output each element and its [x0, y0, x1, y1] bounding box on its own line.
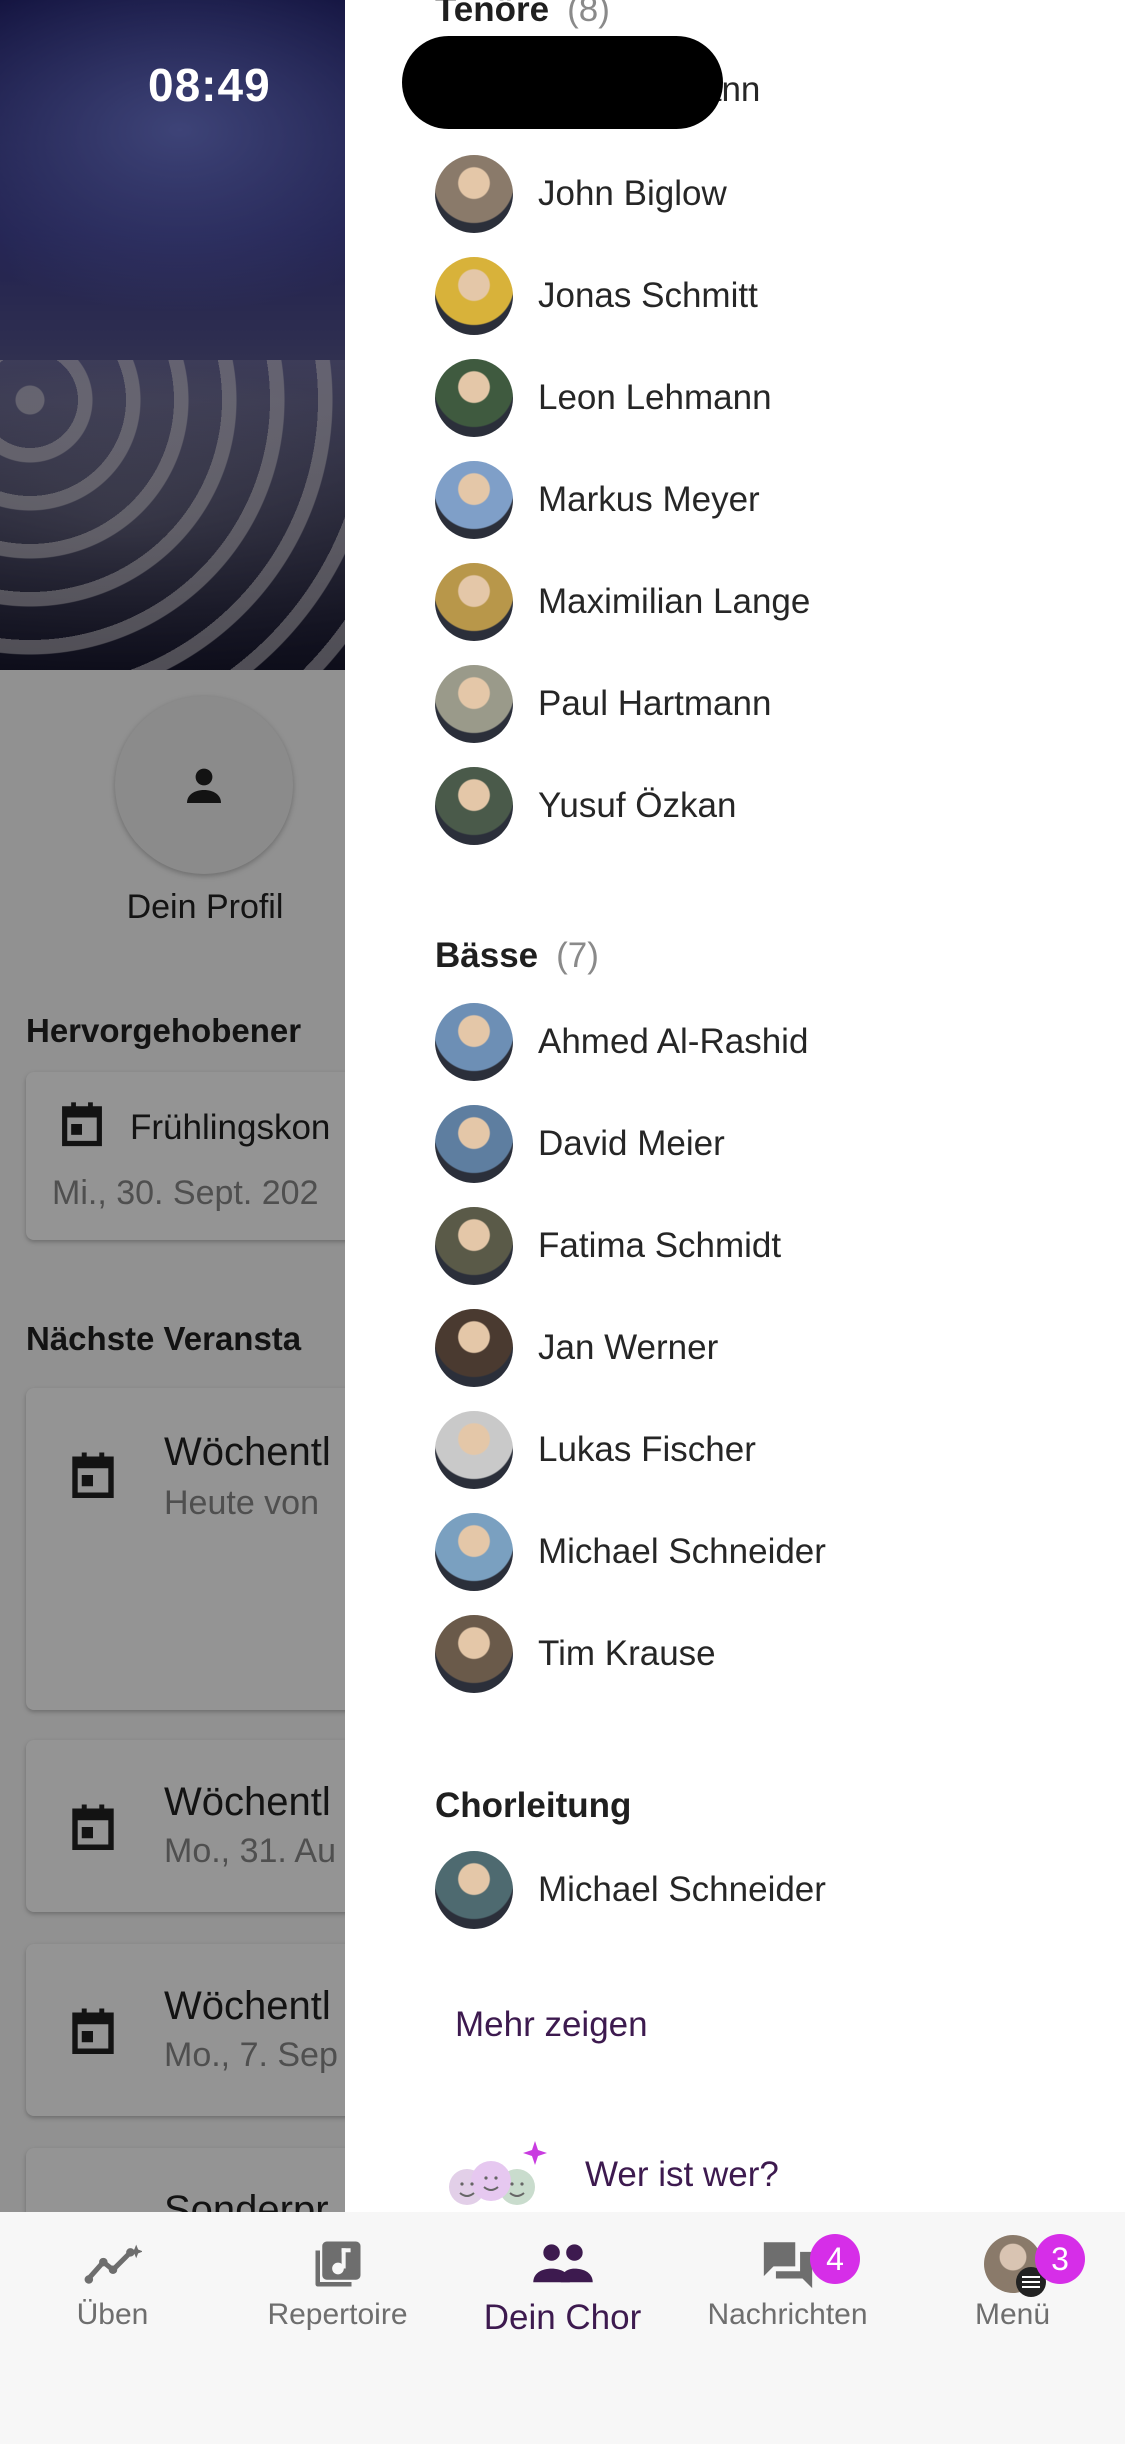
- section-title-leadership: Chorleitung: [435, 1786, 632, 1825]
- trend-icon: [84, 2244, 142, 2284]
- member-row[interactable]: Michael Schneider: [435, 1512, 826, 1592]
- member-avatar: [435, 257, 513, 335]
- chat-icon: [763, 2242, 812, 2289]
- who-is-who-button[interactable]: Wer ist wer?: [445, 2135, 779, 2215]
- member-name: David Meier: [538, 1124, 725, 1163]
- nav-label: Dein Chor: [483, 2298, 642, 2337]
- member-row[interactable]: Jonas Schmitt: [435, 256, 758, 336]
- member-row[interactable]: Fatima Schmidt: [435, 1206, 781, 1286]
- menu-badge: 3: [1035, 2234, 1085, 2284]
- member-row[interactable]: Jan Werner: [435, 1308, 718, 1388]
- member-name: Leon Lehmann: [538, 378, 772, 417]
- member-avatar: [435, 1615, 513, 1693]
- status-time: 08:49: [148, 59, 271, 111]
- member-avatar: [435, 665, 513, 743]
- faces-sparkle-icon: [449, 2141, 547, 2205]
- messages-badge: 4: [810, 2234, 860, 2284]
- member-avatar: [435, 767, 513, 845]
- member-name: John Biglow: [538, 174, 727, 213]
- member-name: Lukas Fischer: [538, 1430, 756, 1469]
- nav-tab-repertoire[interactable]: Repertoire: [225, 2234, 450, 2354]
- bottom-nav: Üben Repertoire Dein Chor 4 Nachrichten …: [0, 2212, 1125, 2444]
- group-icon: [532, 2244, 593, 2283]
- member-avatar: [435, 1851, 513, 1929]
- show-more-link[interactable]: Mehr zeigen: [455, 2005, 648, 2045]
- member-name: Yusuf Özkan: [538, 786, 737, 825]
- member-avatar: [435, 1513, 513, 1591]
- who-is-who-label: Wer ist wer?: [585, 2155, 779, 2194]
- nav-tab-choir[interactable]: Dein Chor: [450, 2234, 675, 2354]
- member-row[interactable]: Lukas Fischer: [435, 1410, 756, 1490]
- member-avatar: [435, 359, 513, 437]
- member-name: Maximilian Lange: [538, 582, 811, 621]
- dynamic-island: [402, 36, 723, 129]
- avatar-menu-icon: [983, 2235, 1046, 2297]
- section-title-basses: Bässe (7): [435, 936, 599, 976]
- section-count: (7): [556, 936, 599, 975]
- nav-label: Menü: [974, 2298, 1051, 2331]
- member-row[interactable]: Michael Schneider: [435, 1850, 826, 1930]
- nav-tab-messages[interactable]: 4 Nachrichten: [675, 2234, 900, 2354]
- member-row[interactable]: Yusuf Özkan: [435, 766, 736, 846]
- member-avatar: [435, 1207, 513, 1285]
- member-name: Fatima Schmidt: [538, 1226, 782, 1265]
- music-note-icon: [315, 2241, 360, 2287]
- nav-tab-menu[interactable]: 3 Menü: [900, 2234, 1125, 2354]
- nav-label: Repertoire: [267, 2298, 408, 2331]
- nav-label: Nachrichten: [707, 2298, 868, 2331]
- member-name: Michael Schneider: [538, 1532, 826, 1571]
- member-row[interactable]: Leon Lehmann: [435, 358, 772, 438]
- member-row[interactable]: John Biglow: [435, 154, 727, 234]
- member-row[interactable]: Ahmed Al-Rashid: [435, 1002, 808, 1082]
- member-name: Paul Hartmann: [538, 684, 772, 723]
- members-drawer: Tenöre (8) ann John Biglow Jonas Schmitt Le…: [345, 0, 1125, 2212]
- member-row[interactable]: Paul Hartmann: [435, 664, 771, 744]
- member-name: Ahmed Al-Rashid: [538, 1022, 809, 1061]
- member-avatar: [435, 1105, 513, 1183]
- member-avatar: [435, 1411, 513, 1489]
- member-avatar: [435, 1003, 513, 1081]
- member-row[interactable]: Markus Meyer: [435, 460, 760, 540]
- nav-tab-practice[interactable]: Üben: [0, 2234, 225, 2354]
- nav-label: Üben: [76, 2298, 149, 2331]
- section-count: (8): [567, 0, 610, 29]
- member-row[interactable]: David Meier: [435, 1104, 725, 1184]
- member-name: Jan Werner: [538, 1328, 719, 1367]
- section-title-text: Tenöre: [435, 0, 550, 29]
- member-name: Markus Meyer: [538, 480, 760, 519]
- member-name: Tim Krause: [538, 1634, 716, 1673]
- section-title-text: Bässe: [435, 936, 539, 975]
- member-name: Jonas Schmitt: [538, 276, 758, 315]
- member-avatar: [435, 1309, 513, 1387]
- section-title-tenors: Tenöre (8): [435, 0, 610, 30]
- member-avatar: [435, 155, 513, 233]
- member-avatar: [435, 461, 513, 539]
- member-row[interactable]: Maximilian Lange: [435, 562, 810, 642]
- member-row[interactable]: Tim Krause: [435, 1614, 716, 1694]
- member-avatar: [435, 563, 513, 641]
- member-name: Michael Schneider: [538, 1870, 826, 1909]
